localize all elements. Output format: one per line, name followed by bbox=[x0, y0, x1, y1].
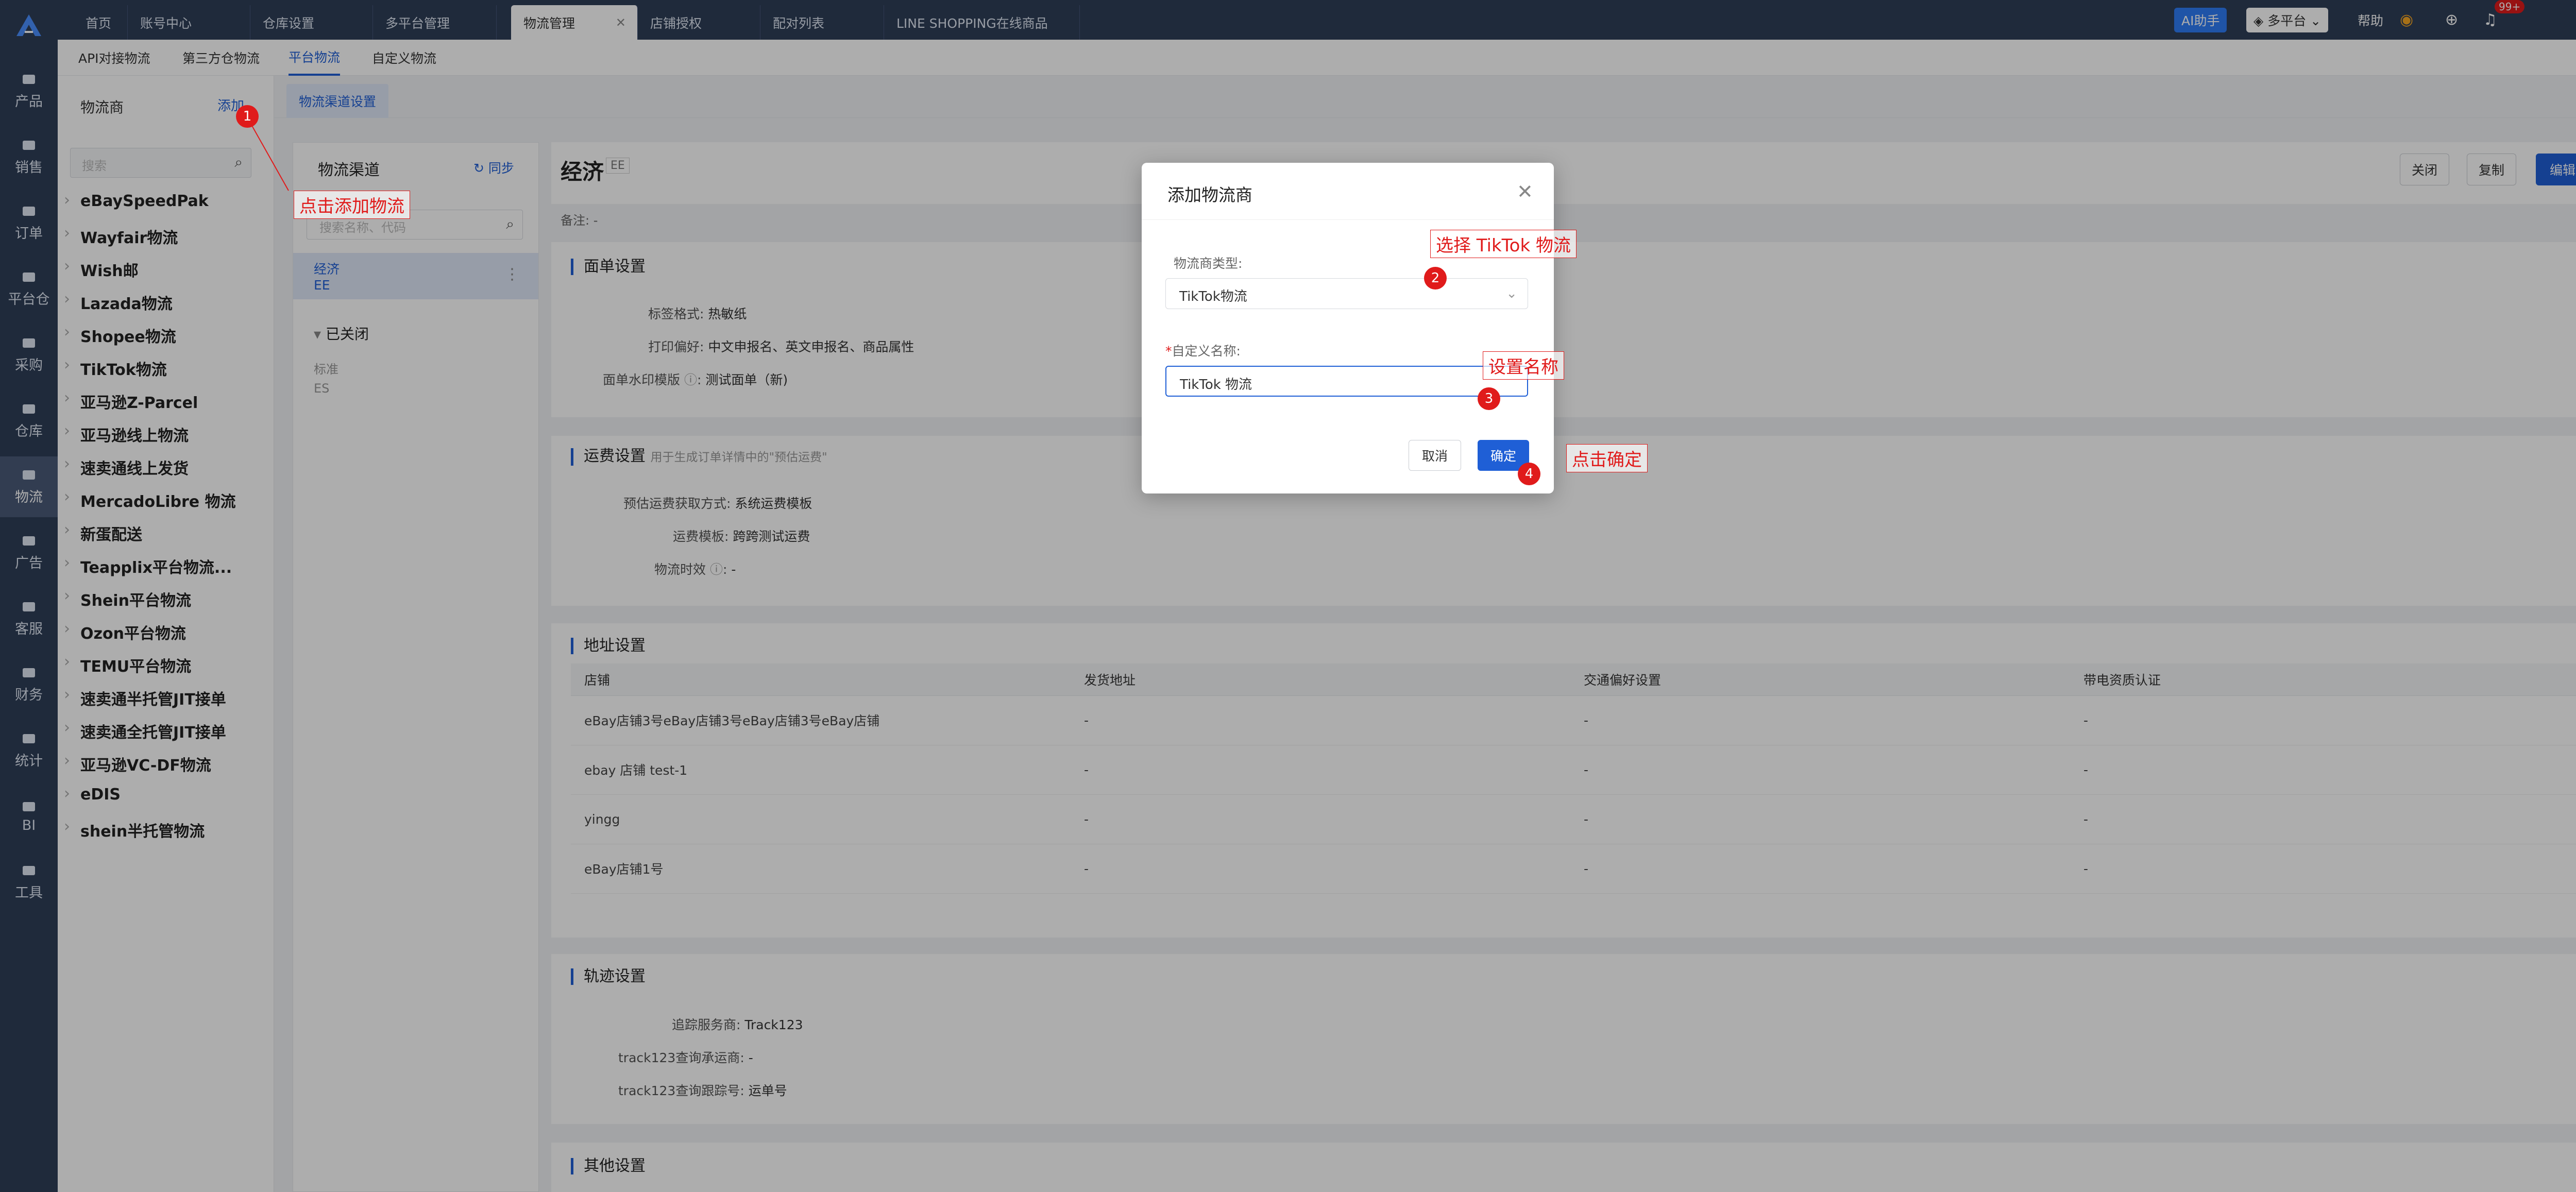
annotation-step-2: 选择 TikTok 物流 bbox=[1430, 230, 1577, 258]
step-badge-1: 1 bbox=[236, 105, 259, 128]
annotation-connector bbox=[247, 117, 289, 191]
annotation-step-1: 点击添加物流 bbox=[294, 191, 410, 219]
annotation-step-4: 点击确定 bbox=[1566, 444, 1648, 472]
step-badge-2: 2 bbox=[1424, 267, 1447, 290]
step-badge-4: 4 bbox=[1518, 463, 1540, 485]
step-badge-3: 3 bbox=[1478, 387, 1500, 410]
annotation-step-3: 设置名称 bbox=[1483, 351, 1564, 380]
